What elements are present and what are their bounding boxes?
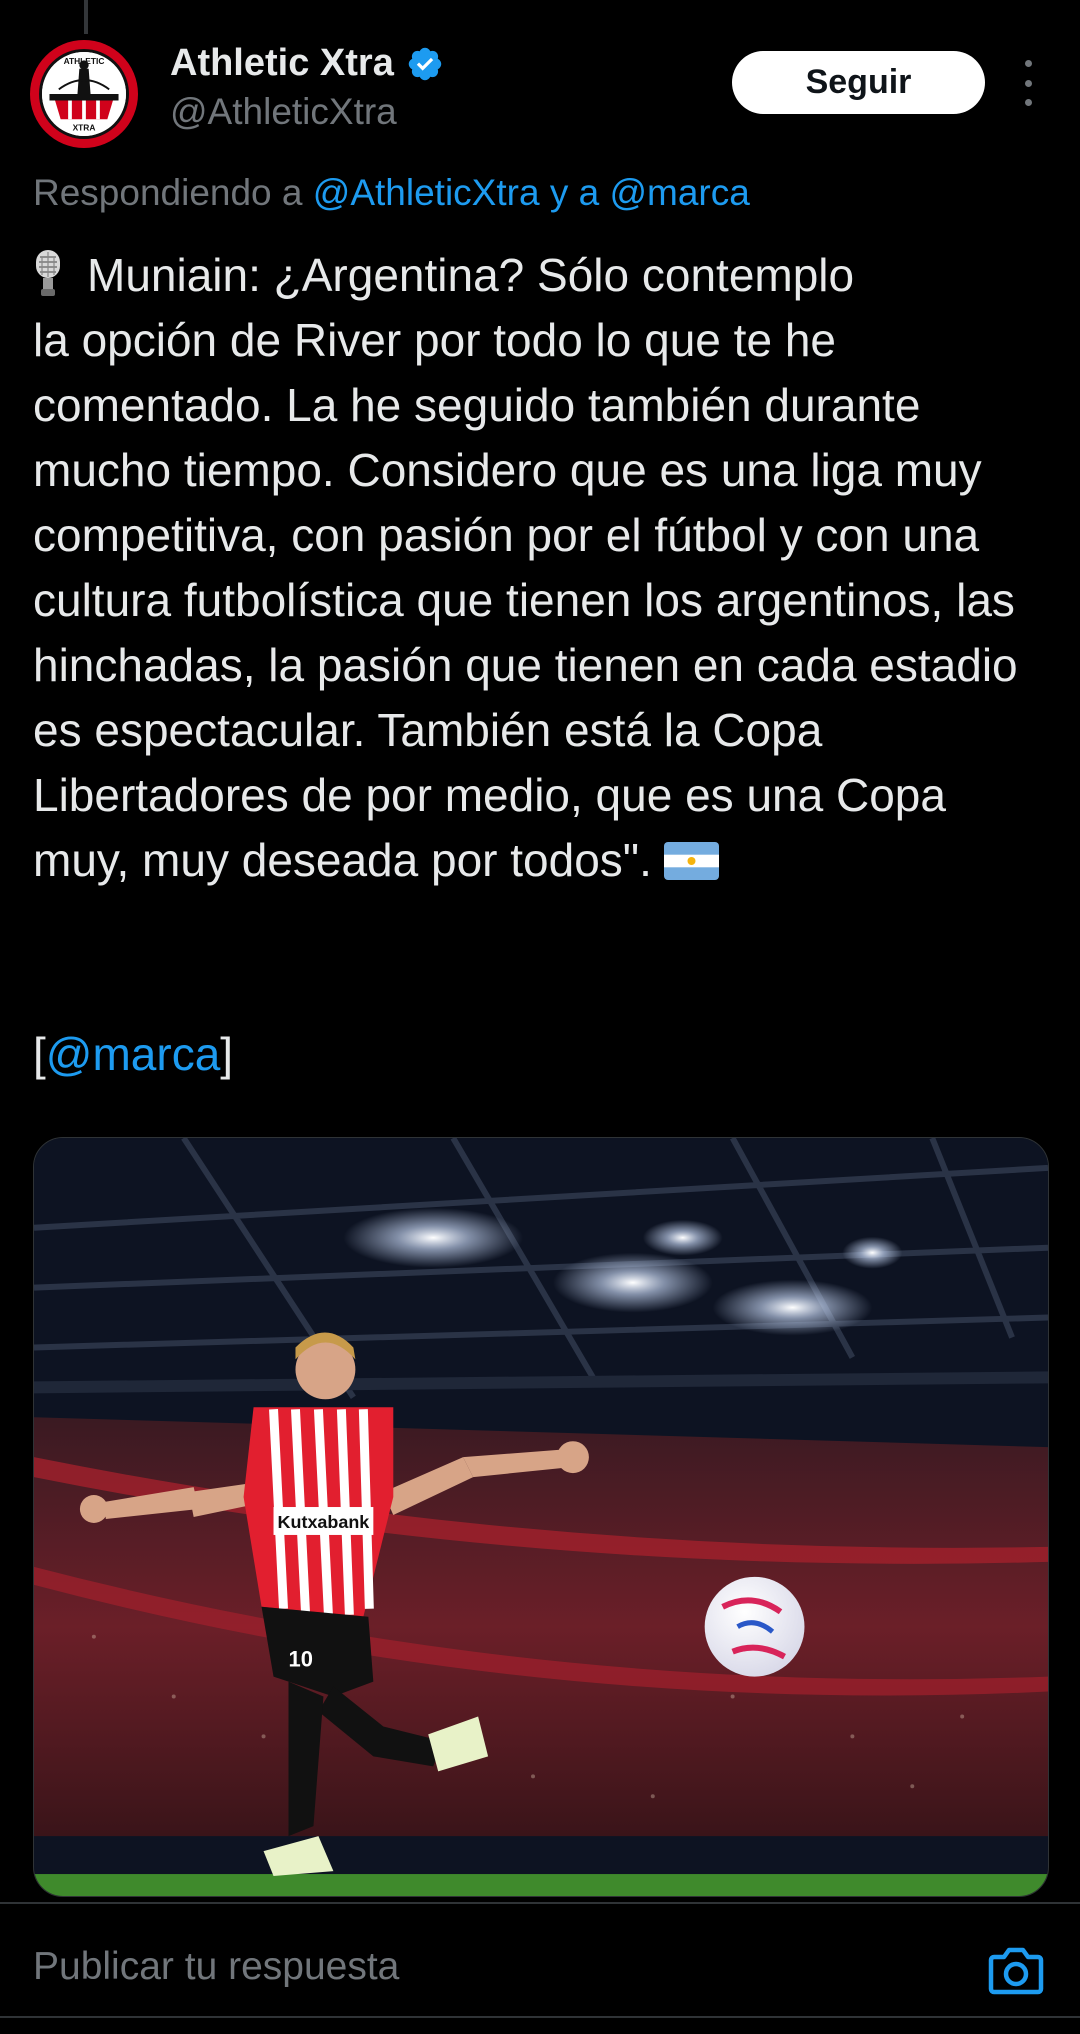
svg-text:ATHLETIC: ATHLETIC — [64, 56, 105, 66]
handle: @AthleticXtra — [170, 91, 397, 132]
reply-divider — [0, 1902, 1080, 1904]
source-line: [@marca] — [33, 1028, 234, 1080]
source-mention-marca[interactable]: @marca — [46, 1028, 221, 1080]
follow-button[interactable]: Seguir — [732, 51, 985, 114]
avatar[interactable]: ATHLETIC XTRA — [30, 40, 138, 148]
replying-prefix: Respondiendo a — [33, 172, 313, 213]
tweet-photo[interactable]: Kutxabank 10 — [33, 1137, 1049, 1897]
svg-text:Kutxabank: Kutxabank — [278, 1512, 370, 1532]
tweet-body: Muniain: ¿Argentina? Sólo contemplo la o… — [33, 249, 1018, 886]
camera-icon[interactable] — [988, 1945, 1044, 1995]
more-icon[interactable] — [1010, 60, 1046, 106]
football-player-photo: Kutxabank 10 — [34, 1138, 1048, 1896]
thread-line — [84, 0, 88, 34]
author-block[interactable]: Athletic Xtra @AthleticXtra — [170, 42, 444, 133]
athletic-xtra-logo-icon: ATHLETIC XTRA — [42, 52, 126, 136]
mention-athleticxtra[interactable]: @AthleticXtra — [313, 172, 540, 213]
tweet-text: Muniain: ¿Argentina? Sólo contemplo la o… — [33, 243, 1053, 893]
svg-text:XTRA: XTRA — [73, 122, 96, 132]
mention-marca[interactable]: @marca — [609, 172, 749, 213]
verified-icon — [409, 47, 442, 80]
replying-joiner: y a — [539, 172, 610, 213]
microphone-icon — [36, 250, 60, 296]
svg-text:10: 10 — [288, 1647, 312, 1672]
display-name[interactable]: Athletic Xtra — [170, 42, 394, 85]
reply-input[interactable]: Publicar tu respuesta — [33, 1945, 399, 1989]
argentina-flag-icon — [663, 842, 719, 880]
bottom-divider — [0, 2016, 1080, 2034]
replying-to: Respondiendo a @AthleticXtra y a @marca — [33, 172, 750, 214]
tweet-detail-page: ATHLETIC XTRA Athletic Xtra @AthleticXtr… — [0, 0, 1080, 2034]
avatar-logo: ATHLETIC XTRA — [39, 49, 129, 139]
